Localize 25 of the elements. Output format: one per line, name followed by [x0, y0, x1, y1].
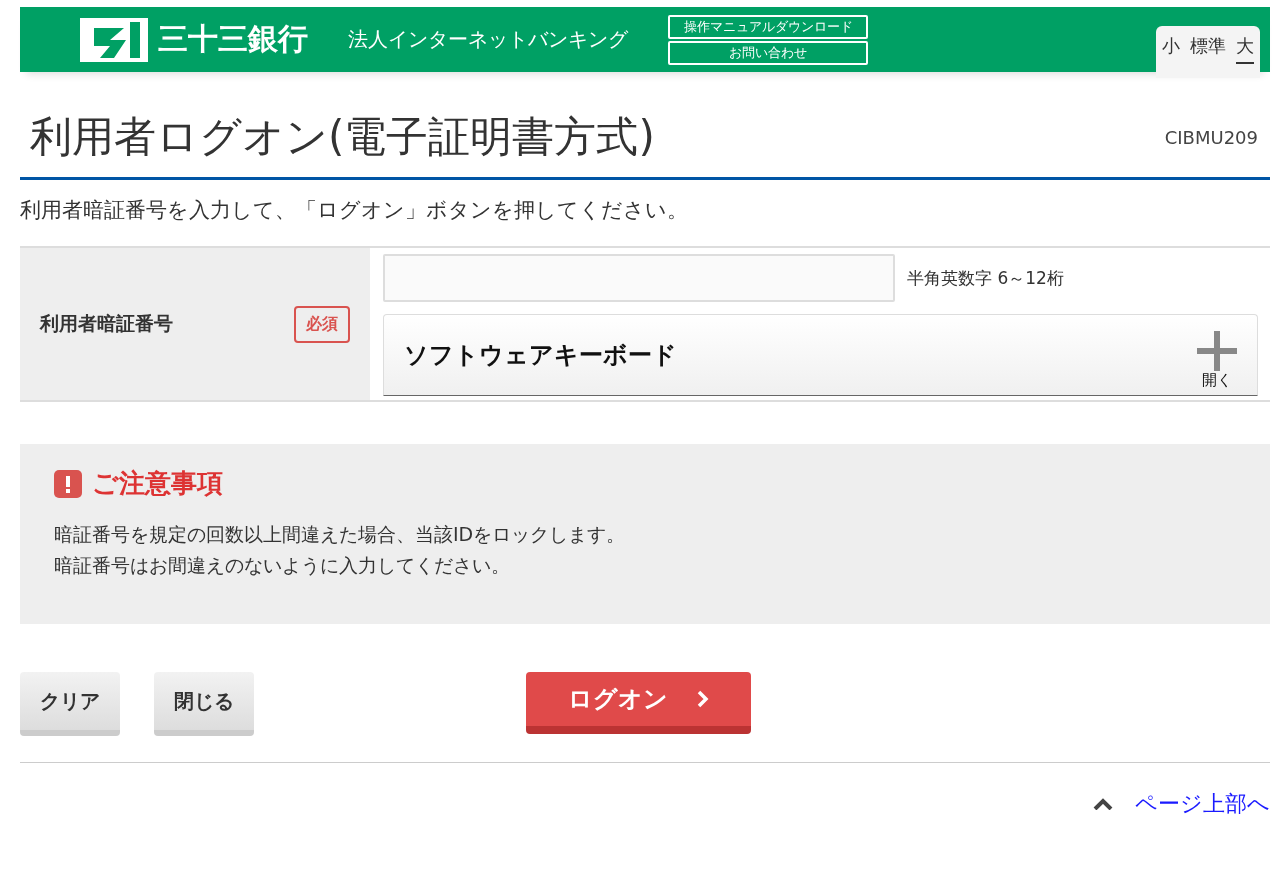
- page-top-link[interactable]: ページ上部へ: [1135, 789, 1270, 819]
- clear-button[interactable]: クリア: [20, 672, 120, 736]
- chevron-right-icon: [695, 690, 710, 708]
- input-hint: 半角英数字 6～12桁: [907, 266, 1064, 290]
- service-name: 法人インターネットバンキング: [348, 26, 628, 53]
- bank-logo-icon: [80, 17, 148, 62]
- logon-button[interactable]: ログオン: [526, 672, 751, 734]
- notice-text: 暗証番号はお間違えのないように入力してください。: [54, 553, 511, 578]
- plus-icon: [1197, 330, 1237, 371]
- font-size-option[interactable]: 小: [1162, 34, 1180, 64]
- exclamation-icon: [54, 469, 82, 498]
- screen-id: CIBMU209: [1164, 126, 1258, 148]
- close-button[interactable]: 閉じる: [154, 672, 254, 736]
- required-badge: 必須: [294, 305, 350, 343]
- bank-name: 三十三銀行: [158, 20, 308, 58]
- page-title: 利用者ログオン(電子証明書方式): [30, 111, 655, 163]
- password-field[interactable]: [383, 254, 895, 302]
- font-size-option[interactable]: 標準: [1190, 34, 1226, 64]
- field-label: 利用者暗証番号: [40, 311, 173, 336]
- font-size-option[interactable]: 大: [1236, 34, 1254, 64]
- instruction-text: 利用者暗証番号を入力して、「ログオン」ボタンを押してください。: [20, 197, 689, 224]
- software-keyboard-toggle[interactable]: ソフトウェアキーボード 開く: [383, 314, 1258, 396]
- notice-title: ご注意事項: [92, 467, 223, 500]
- notice-text: 暗証番号を規定の回数以上間違えた場合、当該IDをロックします。: [54, 522, 627, 547]
- caret-up-icon: [1093, 798, 1113, 810]
